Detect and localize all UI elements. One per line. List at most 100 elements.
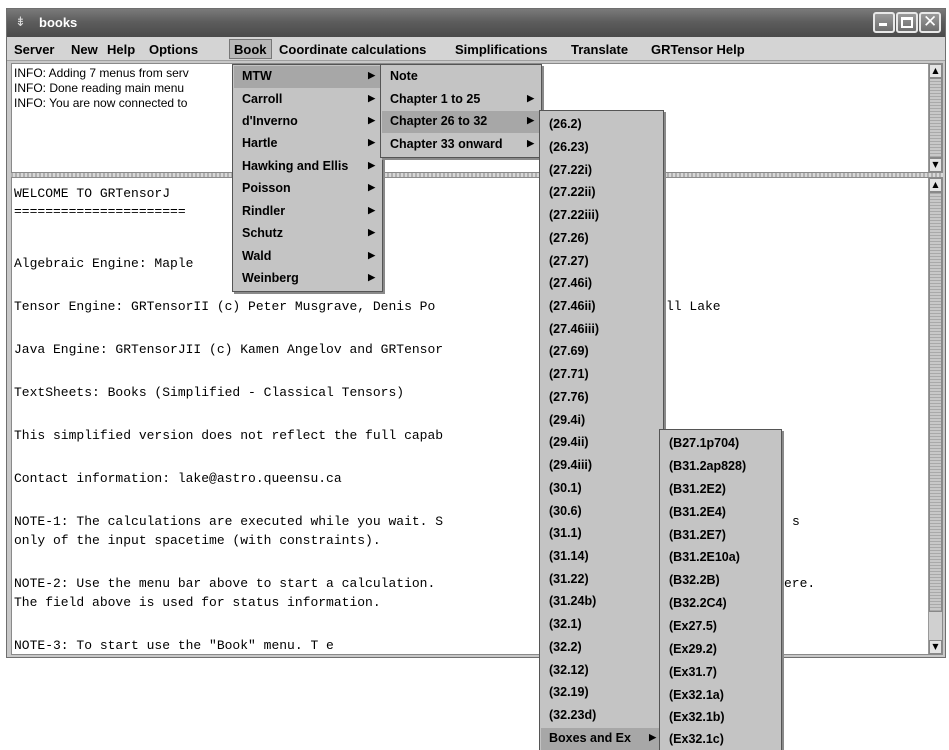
mtw-menu-item[interactable]: Chapter 33 onward ▶ bbox=[382, 134, 540, 156]
chapter-menu-item[interactable]: (27.26) bbox=[541, 228, 662, 250]
chapter-menu-item[interactable]: Boxes and Ex ▶ bbox=[541, 728, 662, 750]
scroll-up-icon[interactable]: ▲ bbox=[929, 64, 942, 78]
book-menu-item[interactable]: Carroll ▶ bbox=[234, 89, 381, 111]
chapter-menu-item[interactable]: (27.22i) bbox=[541, 160, 662, 182]
submenu-arrow-icon: ▶ bbox=[368, 93, 375, 103]
boxes-menu-item[interactable]: (Ex27.5) bbox=[661, 616, 780, 638]
text-line: WELCOME TO GRTensorJ bbox=[14, 186, 171, 201]
book-menu-item[interactable]: Schutz ▶ bbox=[234, 223, 381, 245]
scroll-up-icon[interactable]: ▲ bbox=[929, 178, 942, 192]
status-scrollbar[interactable]: ▲ ▼ bbox=[928, 64, 942, 172]
close-button[interactable]: ✕ bbox=[919, 12, 941, 33]
chapter-menu-item[interactable]: (27.46ii) bbox=[541, 296, 662, 318]
chapter-menu-item[interactable]: (32.1) bbox=[541, 614, 662, 636]
book-menu-item[interactable]: Poisson ▶ bbox=[234, 178, 381, 200]
menu-server[interactable]: Server bbox=[10, 40, 58, 60]
chapter-menu-item[interactable]: (30.1) bbox=[541, 478, 662, 500]
submenu-arrow-icon: ▶ bbox=[527, 115, 534, 125]
boxes-menu-item[interactable]: (Ex32.1c) bbox=[661, 729, 780, 750]
title-bar[interactable]: ⇟ books ✕ bbox=[7, 9, 945, 37]
menu-coordinate-calculations[interactable]: Coordinate calculations bbox=[275, 40, 430, 60]
main-text-pane[interactable]: WELCOME TO GRTensorJ ===================… bbox=[11, 177, 943, 655]
book-menu-item[interactable]: MTW ▶ bbox=[234, 66, 381, 88]
boxes-menu-item[interactable]: (B31.2E10a) bbox=[661, 547, 780, 569]
scroll-down-icon[interactable]: ▼ bbox=[929, 640, 942, 654]
chapter-menu-item[interactable]: (27.46iii) bbox=[541, 319, 662, 341]
boxes-menu-item[interactable]: (B32.2B) bbox=[661, 570, 780, 592]
minimize-icon bbox=[879, 23, 887, 26]
boxes-menu-item[interactable]: (B32.2C4) bbox=[661, 593, 780, 615]
boxes-menu-item[interactable]: (B31.2ap828) bbox=[661, 456, 780, 478]
chapter-menu-item[interactable]: (31.24b) bbox=[541, 591, 662, 613]
scroll-thumb[interactable] bbox=[929, 192, 942, 612]
close-icon: ✕ bbox=[923, 12, 938, 32]
boxes-menu-item[interactable]: (Ex32.1a) bbox=[661, 685, 780, 707]
chapter-menu-item[interactable]: (26.2) bbox=[541, 114, 662, 136]
menu-help[interactable]: Help bbox=[103, 40, 139, 60]
chapter-menu-item[interactable]: (32.12) bbox=[541, 660, 662, 682]
boxes-menu-item[interactable]: (B27.1p704) bbox=[661, 433, 780, 455]
book-menu-item[interactable]: d'Inverno ▶ bbox=[234, 111, 381, 133]
boxes-menu-item[interactable]: (Ex32.1b) bbox=[661, 707, 780, 729]
chapter-menu-item[interactable]: (32.2) bbox=[541, 637, 662, 659]
mtw-menu-item[interactable]: Note bbox=[382, 66, 540, 88]
book-menu: MTW ▶ Carroll ▶ d'Inverno ▶ Hartle ▶ Hawking… bbox=[232, 64, 383, 292]
chapter-menu-item[interactable]: (27.76) bbox=[541, 387, 662, 409]
minimize-button[interactable] bbox=[873, 12, 895, 33]
book-menu-item[interactable]: Rindler ▶ bbox=[234, 201, 381, 223]
submenu-arrow-icon: ▶ bbox=[527, 93, 534, 103]
status-line: INFO: You are now connected to bbox=[14, 96, 188, 110]
main-scrollbar[interactable]: ▲ ▼ bbox=[928, 178, 942, 654]
chapter-menu-item[interactable]: (31.14) bbox=[541, 546, 662, 568]
chapter-menu-item[interactable]: (26.23) bbox=[541, 137, 662, 159]
chapter-menu-item[interactable]: (27.22iii) bbox=[541, 205, 662, 227]
chapter-menu-item[interactable]: (32.23d) bbox=[541, 705, 662, 727]
app-icon: ⇟ bbox=[15, 15, 26, 30]
maximize-button[interactable] bbox=[896, 12, 918, 33]
book-menu-item[interactable]: Wald ▶ bbox=[234, 246, 381, 268]
chapter-menu-item[interactable]: (29.4ii) bbox=[541, 432, 662, 454]
text-line: NOTE-2: Use the menu bar above to start … bbox=[14, 576, 436, 591]
chapter-menu-item[interactable]: (27.46i) bbox=[541, 273, 662, 295]
submenu-arrow-icon: ▶ bbox=[368, 205, 375, 215]
chapter-menu-item[interactable]: (27.27) bbox=[541, 251, 662, 273]
boxes-menu-item[interactable]: (Ex29.2) bbox=[661, 639, 780, 661]
window-title: books bbox=[39, 15, 78, 30]
chapter-menu-item[interactable]: (27.22ii) bbox=[541, 182, 662, 204]
menu-options[interactable]: Options bbox=[145, 40, 202, 60]
mtw-menu-item[interactable]: Chapter 26 to 32 ▶ bbox=[382, 111, 540, 133]
text-line: Algebraic Engine: Maple bbox=[14, 256, 194, 271]
chapter-submenu: (26.2) (26.23) (27.22i) (27.22ii) (27.22… bbox=[539, 110, 664, 750]
mtw-submenu: Note Chapter 1 to 25 ▶ Chapter 26 to 32 ▶ … bbox=[380, 64, 542, 158]
scroll-down-icon[interactable]: ▼ bbox=[929, 158, 942, 172]
text-line: NOTE-1: The calculations are executed wh… bbox=[14, 514, 444, 529]
boxes-menu-item[interactable]: (B31.2E2) bbox=[661, 479, 780, 501]
status-line: INFO: Adding 7 menus from serv bbox=[14, 66, 189, 80]
menu-book[interactable]: Book bbox=[229, 39, 272, 59]
boxes-menu-item[interactable]: (Ex31.7) bbox=[661, 662, 780, 684]
chapter-menu-item[interactable]: (29.4i) bbox=[541, 410, 662, 432]
book-menu-item[interactable]: Hartle ▶ bbox=[234, 133, 381, 155]
chapter-menu-item[interactable]: (32.19) bbox=[541, 682, 662, 704]
submenu-arrow-icon: ▶ bbox=[527, 138, 534, 148]
scroll-thumb[interactable] bbox=[929, 78, 942, 158]
menu-grtensor-help[interactable]: GRTensor Help bbox=[647, 40, 749, 60]
menu-simplifications[interactable]: Simplifications bbox=[451, 40, 551, 60]
text-line: Java Engine: GRTensorJII (c) Kamen Angel… bbox=[14, 342, 444, 357]
submenu-arrow-icon: ▶ bbox=[368, 137, 375, 147]
chapter-menu-item[interactable]: (29.4iii) bbox=[541, 455, 662, 477]
mtw-menu-item[interactable]: Chapter 1 to 25 ▶ bbox=[382, 89, 540, 111]
boxes-menu-item[interactable]: (B31.2E7) bbox=[661, 525, 780, 547]
text-line: NOTE-3: To start use the "Book" menu. T … bbox=[14, 638, 334, 653]
menu-new[interactable]: New bbox=[67, 40, 102, 60]
boxes-menu-item[interactable]: (B31.2E4) bbox=[661, 502, 780, 524]
chapter-menu-item[interactable]: (31.22) bbox=[541, 569, 662, 591]
book-menu-item[interactable]: Hawking and Ellis ▶ bbox=[234, 156, 381, 178]
chapter-menu-item[interactable]: (30.6) bbox=[541, 501, 662, 523]
chapter-menu-item[interactable]: (31.1) bbox=[541, 523, 662, 545]
chapter-menu-item[interactable]: (27.71) bbox=[541, 364, 662, 386]
book-menu-item[interactable]: Weinberg ▶ bbox=[234, 268, 381, 290]
menu-translate[interactable]: Translate bbox=[567, 40, 632, 60]
status-line: INFO: Done reading main menu bbox=[14, 81, 185, 95]
chapter-menu-item[interactable]: (27.69) bbox=[541, 341, 662, 363]
